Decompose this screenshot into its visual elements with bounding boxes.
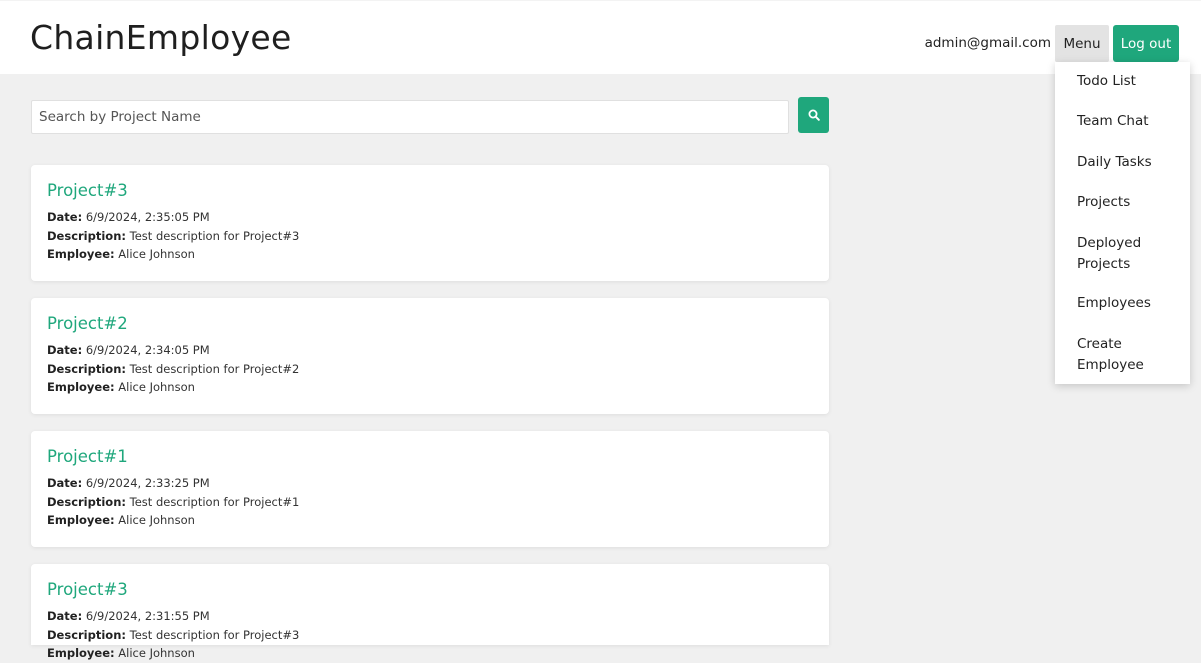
- date-label: Date:: [47, 476, 83, 490]
- menu-button[interactable]: Menu: [1055, 25, 1109, 62]
- project-card: Project#2 Date: 6/9/2024, 2:34:05 PM Des…: [31, 298, 829, 414]
- project-date: Date: 6/9/2024, 2:34:05 PM: [47, 341, 813, 360]
- project-description: Description: Test description for Projec…: [47, 493, 813, 512]
- menu-dropdown: Todo List Team Chat Daily Tasks Projects…: [1055, 62, 1190, 384]
- description-label: Description:: [47, 361, 126, 376]
- date-value: 6/9/2024, 2:31:55 PM: [85, 609, 210, 623]
- user-email: admin@gmail.com: [924, 35, 1051, 51]
- description-value: Test description for Project#3: [129, 627, 300, 642]
- menu-item-deployed-projects[interactable]: Deployed Projects: [1077, 233, 1187, 274]
- logout-button[interactable]: Log out: [1113, 25, 1179, 62]
- project-description: Description: Test description for Projec…: [47, 626, 813, 645]
- date-label: Date:: [47, 210, 83, 224]
- date-label: Date:: [47, 343, 83, 357]
- project-date: Date: 6/9/2024, 2:31:55 PM: [47, 607, 813, 626]
- employee-value: Alice Johnson: [118, 380, 195, 394]
- date-value: 6/9/2024, 2:35:05 PM: [85, 210, 210, 224]
- description-label: Description:: [47, 627, 126, 642]
- menu-item-team-chat[interactable]: Team Chat: [1077, 111, 1187, 132]
- date-value: 6/9/2024, 2:33:25 PM: [85, 476, 210, 490]
- project-description: Description: Test description for Projec…: [47, 227, 813, 246]
- top-navbar: ChainEmployee admin@gmail.com Menu Log o…: [0, 0, 1201, 74]
- description-value: Test description for Project#1: [129, 494, 300, 509]
- date-value: 6/9/2024, 2:34:05 PM: [85, 343, 210, 357]
- project-card: Project#3 Date: 6/9/2024, 2:35:05 PM Des…: [31, 165, 829, 281]
- employee-label: Employee:: [47, 513, 115, 527]
- search-icon: [808, 109, 820, 121]
- project-title[interactable]: Project#1: [47, 447, 813, 467]
- employee-label: Employee:: [47, 380, 115, 394]
- menu-item-projects[interactable]: Projects: [1077, 192, 1187, 213]
- menu-item-create-employee[interactable]: Create Employee: [1077, 334, 1187, 375]
- description-value: Test description for Project#3: [129, 228, 300, 243]
- project-title[interactable]: Project#2: [47, 314, 813, 334]
- project-employee: Employee: Alice Johnson: [47, 378, 813, 397]
- project-employee: Employee: Alice Johnson: [47, 511, 813, 530]
- project-card: Project#1 Date: 6/9/2024, 2:33:25 PM Des…: [31, 431, 829, 547]
- search-input[interactable]: [31, 100, 789, 134]
- project-date: Date: 6/9/2024, 2:35:05 PM: [47, 208, 813, 227]
- employee-value: Alice Johnson: [118, 646, 195, 660]
- description-value: Test description for Project#2: [129, 361, 300, 376]
- description-label: Description:: [47, 228, 126, 243]
- project-date: Date: 6/9/2024, 2:33:25 PM: [47, 474, 813, 493]
- description-label: Description:: [47, 494, 126, 509]
- project-employee: Employee: Alice Johnson: [47, 644, 813, 663]
- project-title[interactable]: Project#3: [47, 181, 813, 201]
- date-label: Date:: [47, 609, 83, 623]
- employee-value: Alice Johnson: [118, 513, 195, 527]
- menu-item-daily-tasks[interactable]: Daily Tasks: [1077, 152, 1187, 173]
- app-brand[interactable]: ChainEmployee: [30, 18, 292, 58]
- menu-item-todo-list[interactable]: Todo List: [1077, 71, 1187, 92]
- employee-label: Employee:: [47, 646, 115, 660]
- project-employee: Employee: Alice Johnson: [47, 245, 813, 264]
- employee-label: Employee:: [47, 247, 115, 261]
- project-title[interactable]: Project#3: [47, 580, 813, 600]
- project-card: Project#3 Date: 6/9/2024, 2:31:55 PM Des…: [31, 564, 829, 660]
- menu-item-employees[interactable]: Employees: [1077, 293, 1187, 314]
- search-button[interactable]: [798, 97, 829, 133]
- project-description: Description: Test description for Projec…: [47, 360, 813, 379]
- employee-value: Alice Johnson: [118, 247, 195, 261]
